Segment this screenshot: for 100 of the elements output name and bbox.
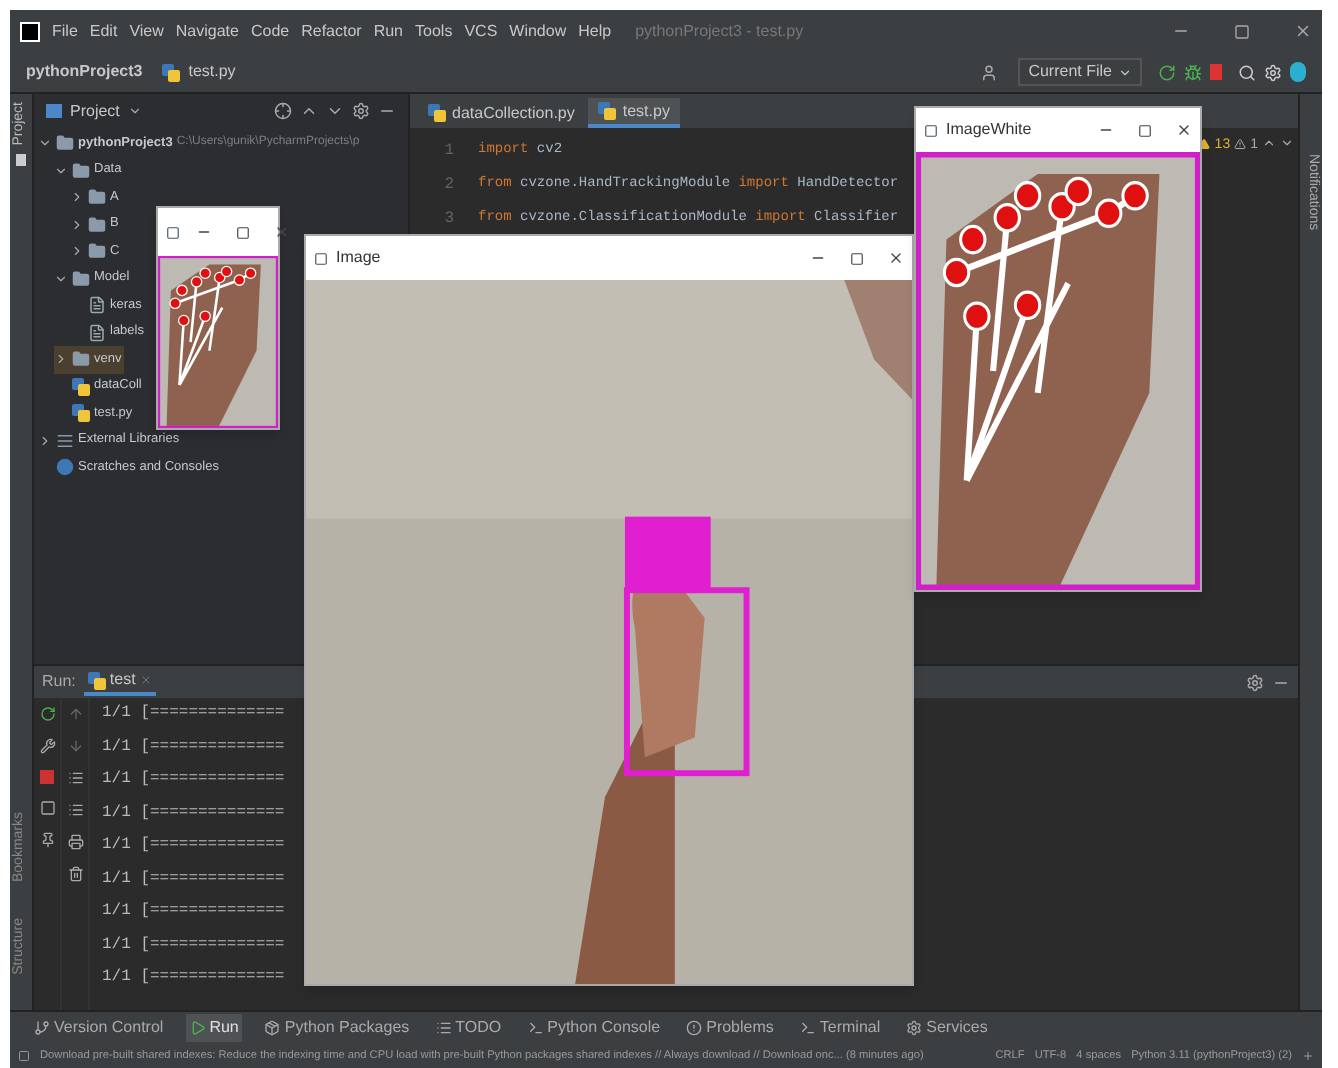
locate-icon[interactable] — [274, 102, 292, 120]
menu-item[interactable]: Run — [373, 19, 404, 43]
next-icon[interactable] — [1280, 136, 1294, 150]
trash-icon[interactable] — [67, 866, 83, 882]
search-icon[interactable] — [1238, 63, 1256, 81]
chevron-icon[interactable] — [54, 271, 68, 286]
tool-window-button[interactable]: Problems — [682, 1014, 778, 1042]
line-number: 2 — [444, 174, 454, 198]
python-file-icon — [428, 104, 446, 122]
console-line: 1/1 [============== — [102, 768, 287, 792]
menu-item[interactable]: View — [129, 19, 164, 43]
line-number: 3 — [444, 208, 454, 232]
chevron-icon[interactable] — [70, 217, 84, 232]
menu-item[interactable]: Navigate — [175, 19, 239, 43]
run-tab[interactable]: test — [83, 668, 156, 696]
settings-icon[interactable] — [352, 102, 370, 120]
window-app-icon — [314, 251, 328, 265]
menu-item[interactable]: VCS — [464, 19, 498, 43]
layout-icon[interactable] — [39, 800, 55, 816]
scratch-icon — [56, 458, 74, 477]
app-logo-icon — [20, 21, 40, 41]
maximize-icon[interactable] — [850, 251, 864, 265]
close-icon[interactable] — [888, 250, 904, 266]
wrap-icon[interactable] — [67, 770, 83, 786]
tool-icon — [686, 1020, 703, 1036]
tool-icon — [189, 1020, 206, 1036]
console-line: 1/1 [============== — [102, 867, 287, 891]
settings-icon[interactable] — [1246, 673, 1264, 691]
console-line: 1/1 [============== — [102, 801, 287, 825]
breadcrumb[interactable]: pythonProject3 — [26, 60, 143, 84]
chevron-icon[interactable] — [70, 244, 84, 259]
tool-window-button[interactable]: Python Console — [523, 1014, 665, 1042]
rerun-icon[interactable] — [1158, 63, 1176, 81]
scroll-end-icon[interactable] — [67, 802, 83, 818]
library-icon — [56, 431, 74, 450]
tool-window-button[interactable]: Version Control — [30, 1014, 168, 1042]
breadcrumb[interactable]: test.py — [188, 60, 236, 84]
menu-item[interactable]: Tools — [415, 19, 453, 43]
previous-icon[interactable] — [1262, 136, 1276, 150]
tool-icon — [527, 1020, 544, 1036]
pin-icon[interactable] — [39, 832, 55, 848]
menu-item[interactable]: File — [52, 19, 78, 43]
run-label: Run: — [42, 670, 76, 694]
caret-icon — [1118, 65, 1132, 79]
console-line: 1/1 [============== — [102, 702, 287, 726]
console-line: 1/1 [============== — [102, 933, 287, 957]
maximize-icon[interactable] — [236, 225, 250, 239]
panel-title[interactable]: Project — [70, 99, 120, 123]
line-number: 1 — [444, 140, 454, 164]
tool-icon — [435, 1020, 452, 1036]
editor-tab[interactable]: test.py — [588, 98, 680, 128]
status-icon — [18, 1050, 30, 1062]
menu-item[interactable]: Code — [250, 19, 290, 43]
chevron-icon[interactable] — [38, 136, 52, 151]
window-title: Image — [336, 246, 381, 270]
print-icon[interactable] — [67, 834, 83, 850]
tool-icon — [906, 1020, 923, 1036]
tool-icon — [34, 1020, 50, 1036]
chevron-icon[interactable] — [54, 163, 68, 178]
window-app-icon — [166, 225, 180, 239]
menu-item[interactable]: Window — [509, 19, 567, 43]
menu-item[interactable]: Refactor — [301, 19, 362, 43]
tool-icon — [799, 1020, 816, 1036]
editor-tab[interactable]: dataCollection.py — [418, 98, 585, 128]
rerun-icon[interactable] — [39, 706, 55, 722]
maximize-icon[interactable] — [1138, 123, 1152, 137]
settings-icon[interactable] — [1264, 63, 1282, 81]
chevron-icon[interactable] — [70, 190, 84, 205]
restore-icon[interactable] — [1234, 23, 1250, 39]
file-icon — [88, 323, 106, 342]
wrench-icon[interactable] — [39, 738, 55, 754]
chevron-icon[interactable] — [54, 352, 68, 367]
tool-window-button[interactable]: Run — [185, 1014, 243, 1042]
plugin-logo-icon — [1290, 62, 1306, 82]
chevron-icon[interactable] — [38, 433, 52, 448]
close-icon[interactable] — [274, 224, 290, 240]
console-line: 1/1 [============== — [102, 966, 287, 990]
run-config-dropdown[interactable]: Current File — [1018, 58, 1142, 86]
weak-warning-icon — [1234, 138, 1247, 150]
tool-window-button[interactable]: Services — [902, 1014, 992, 1042]
python-file-icon — [598, 102, 617, 120]
collapse-icon[interactable] — [300, 102, 318, 120]
tool-window-button[interactable]: TODO — [431, 1014, 506, 1042]
caret-icon[interactable] — [127, 104, 142, 118]
project-icon — [46, 104, 62, 118]
tool-icon — [264, 1020, 281, 1036]
console-line: 1/1 [============== — [102, 834, 287, 858]
tool-window-button[interactable]: Python Packages — [260, 1014, 414, 1042]
window-title: pythonProject3 - test.py — [635, 19, 804, 43]
menu-item[interactable]: Edit — [89, 19, 118, 43]
bug-icon[interactable] — [1184, 63, 1202, 81]
python-file-icon — [162, 63, 181, 81]
user-icon[interactable] — [980, 63, 999, 81]
console-line: 1/1 [============== — [102, 735, 287, 759]
expand-icon[interactable] — [326, 102, 344, 120]
window-app-icon — [924, 123, 938, 137]
menu-item[interactable]: Help — [578, 19, 612, 43]
file-icon — [88, 296, 106, 315]
close-icon[interactable] — [1176, 122, 1192, 138]
tool-window-button[interactable]: Terminal — [795, 1014, 885, 1042]
